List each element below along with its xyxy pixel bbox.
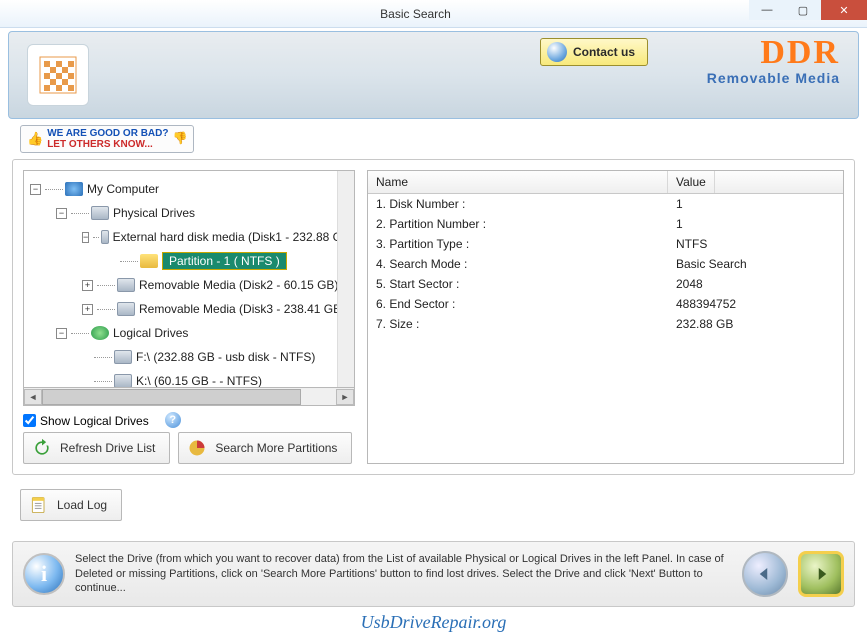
brand-sub: Removable Media — [707, 70, 840, 86]
refresh-label: Refresh Drive List — [60, 441, 155, 455]
load-log-label: Load Log — [57, 498, 107, 512]
tree-vscroll[interactable] — [337, 171, 354, 387]
search-more-partitions-button[interactable]: Search More Partitions — [178, 432, 352, 464]
table-row: 2. Partition Number :1 — [368, 214, 843, 234]
tree-rm2[interactable]: Removable Media (Disk2 - 60.15 GB) — [139, 278, 338, 292]
contact-avatar-icon — [547, 42, 567, 62]
drive-icon — [101, 230, 108, 244]
load-log-button[interactable]: Load Log — [20, 489, 122, 521]
pie-icon — [187, 438, 207, 458]
contact-label: Contact us — [573, 45, 635, 59]
header-band: Contact us DDR Removable Media — [8, 31, 859, 119]
properties-table: Name Value 1. Disk Number :1 2. Partitio… — [367, 170, 844, 464]
drive-icon — [91, 206, 109, 220]
scroll-left-icon[interactable]: ◄ — [24, 389, 42, 405]
table-row: 5. Start Sector :2048 — [368, 274, 843, 294]
col-name[interactable]: Name — [368, 171, 668, 193]
maximize-button[interactable]: ▢ — [785, 0, 821, 20]
thumbs-down-icon: 👎 — [172, 132, 187, 145]
thumbs-up-icon: 👍 — [27, 132, 43, 146]
search-more-label: Search More Partitions — [215, 441, 337, 455]
expand-icon[interactable]: − — [56, 328, 67, 339]
show-logical-checkbox[interactable]: Show Logical Drives — [23, 412, 149, 428]
tree-partition-selected[interactable]: Partition - 1 ( NTFS ) — [162, 252, 287, 270]
computer-icon — [65, 182, 83, 196]
expand-icon[interactable]: − — [30, 184, 41, 195]
close-button[interactable]: ✕ — [821, 0, 867, 20]
tree-physical[interactable]: Physical Drives — [113, 206, 195, 220]
tree-root[interactable]: My Computer — [87, 182, 159, 196]
scroll-right-icon[interactable]: ► — [336, 389, 354, 405]
scroll-thumb[interactable] — [42, 389, 301, 405]
show-logical-label: Show Logical Drives — [40, 414, 149, 428]
drive-icon — [117, 278, 135, 292]
main-panel: − My Computer − Physical Drives − External … — [12, 159, 855, 475]
table-row: 7. Size :232.88 GB — [368, 314, 843, 334]
badge-line1: WE ARE GOOD OR BAD? — [47, 128, 168, 139]
table-row: 4. Search Mode :Basic Search — [368, 254, 843, 274]
col-value[interactable]: Value — [668, 171, 715, 193]
tree-ext[interactable]: External hard disk media (Disk1 - 232.88… — [113, 230, 354, 244]
info-icon: i — [23, 553, 65, 595]
log-icon — [29, 495, 49, 515]
refresh-drive-list-button[interactable]: Refresh Drive List — [23, 432, 170, 464]
expand-icon[interactable]: + — [82, 280, 93, 291]
footer-text: Select the Drive (from which you want to… — [75, 552, 732, 597]
tree-k[interactable]: K:\ (60.15 GB - - NTFS) — [136, 374, 262, 388]
contact-us-button[interactable]: Contact us — [540, 38, 648, 66]
back-button[interactable] — [742, 551, 788, 597]
feedback-badge[interactable]: 👍 WE ARE GOOD OR BAD? LET OTHERS KNOW...… — [20, 125, 194, 153]
minimize-button[interactable]: — — [749, 0, 785, 20]
drive-tree[interactable]: − My Computer − Physical Drives − External … — [23, 170, 355, 388]
partition-icon — [140, 254, 158, 268]
badge-line2: LET OTHERS KNOW... — [47, 139, 153, 150]
next-button[interactable] — [798, 551, 844, 597]
drive-icon — [117, 302, 135, 316]
expand-icon[interactable]: − — [56, 208, 67, 219]
brand-main: DDR — [707, 36, 840, 70]
expand-icon[interactable]: − — [82, 232, 89, 243]
tree-rm3[interactable]: Removable Media (Disk3 - 238.41 GB) — [139, 302, 345, 316]
tree-hscroll[interactable]: ◄ ► — [23, 388, 355, 406]
footer-panel: i Select the Drive (from which you want … — [12, 541, 855, 607]
tree-f[interactable]: F:\ (232.88 GB - usb disk - NTFS) — [136, 350, 315, 364]
app-logo — [27, 44, 89, 106]
table-row: 3. Partition Type :NTFS — [368, 234, 843, 254]
site-link[interactable]: UsbDriveRepair.org — [0, 612, 867, 633]
refresh-icon — [32, 438, 52, 458]
brand: DDR Removable Media — [707, 36, 840, 86]
tree-logical[interactable]: Logical Drives — [113, 326, 188, 340]
window-title: Basic Search — [82, 7, 749, 21]
drive-icon — [114, 374, 132, 388]
drive-icon — [114, 350, 132, 364]
help-icon[interactable]: ? — [165, 412, 181, 428]
logical-icon — [91, 326, 109, 340]
table-row: 6. End Sector :488394752 — [368, 294, 843, 314]
titlebar: Basic Search — ▢ ✕ — [0, 0, 867, 28]
expand-icon[interactable]: + — [82, 304, 93, 315]
table-row: 1. Disk Number :1 — [368, 194, 843, 214]
